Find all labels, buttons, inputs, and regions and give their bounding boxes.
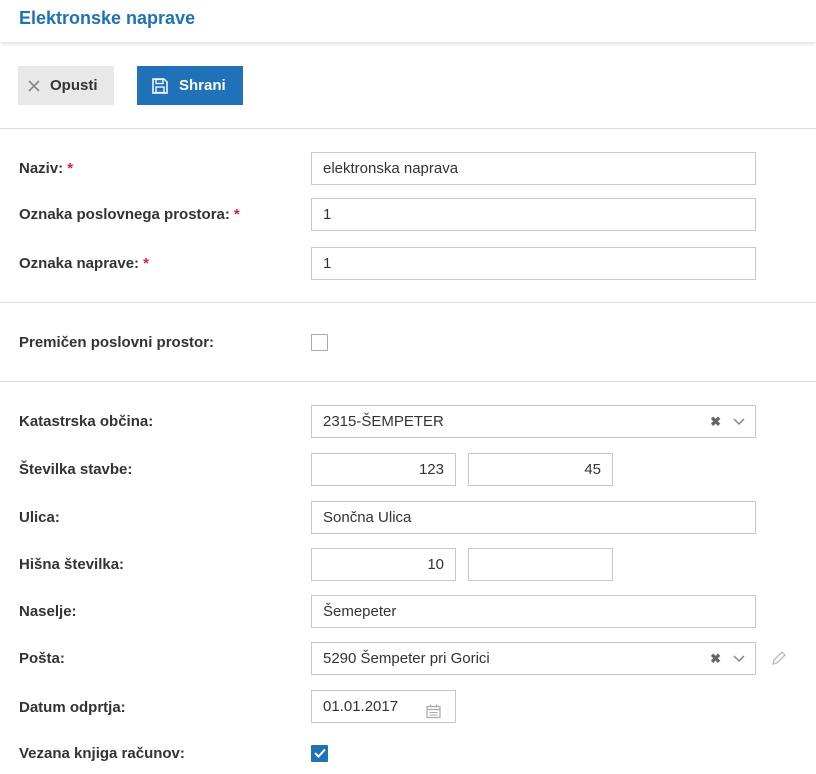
oznaka-naprave-input[interactable]: 1 <box>311 247 756 280</box>
required-marker: * <box>233 206 240 223</box>
katastrska-select[interactable]: 2315-ŠEMPETER ✖ <box>311 405 756 438</box>
hisna-stevilka-label: Hišna številka: <box>19 556 125 573</box>
katastrska-value: 2315-ŠEMPETER <box>323 413 444 430</box>
vezana-knjiga-label: Vezana knjiga računov: <box>19 745 185 762</box>
stevilka-stavbe-label: Številka stavbe: <box>19 461 133 478</box>
naziv-label-text: Naziv: <box>19 160 64 177</box>
divider <box>0 128 816 129</box>
oznaka-prostora-label: Oznaka poslovnega prostora: * <box>19 204 240 226</box>
oznaka-naprave-label-text: Oznaka naprave: <box>19 255 140 272</box>
cancel-button-label: Opusti <box>50 77 98 94</box>
datum-value: 01.01.2017 <box>323 698 399 715</box>
naziv-input[interactable]: elektronska naprava <box>311 152 756 185</box>
select-controls: ✖ <box>710 643 745 674</box>
naselje-input[interactable]: Šemepeter <box>311 595 756 628</box>
ulica-input[interactable]: Sončna Ulica <box>311 501 756 534</box>
oznaka-prostora-input[interactable]: 1 <box>311 198 756 231</box>
save-button-label: Shrani <box>179 77 226 94</box>
edit-pencil-icon[interactable] <box>771 650 787 671</box>
close-icon <box>28 79 40 92</box>
oznaka-prostora-label-text: Oznaka poslovnega prostora: <box>19 206 230 223</box>
save-button[interactable]: Shrani <box>137 66 243 105</box>
naselje-label: Naselje: <box>19 603 77 620</box>
hisna-stevilka-dodatek-input[interactable] <box>468 548 613 581</box>
checkmark-icon <box>313 745 326 763</box>
clear-icon[interactable]: ✖ <box>710 406 721 437</box>
datum-input[interactable]: 01.01.2017 <box>311 690 456 723</box>
cancel-button[interactable]: Opusti <box>18 66 114 105</box>
calendar-icon[interactable] <box>426 699 441 722</box>
oznaka-naprave-label: Oznaka naprave: * <box>19 253 149 275</box>
datum-label: Datum odprtja: <box>19 699 126 716</box>
divider <box>0 302 816 303</box>
chevron-down-icon[interactable] <box>733 406 745 437</box>
hisna-stevilka-input[interactable]: 10 <box>311 548 456 581</box>
premicen-label: Premičen poslovni prostor: <box>19 334 215 351</box>
save-icon <box>151 77 169 95</box>
chevron-down-icon[interactable] <box>733 643 745 674</box>
stevilka-stavbe-input[interactable]: 123 <box>311 453 456 486</box>
katastrska-label: Katastrska občina: <box>19 413 154 430</box>
required-marker: * <box>143 255 149 272</box>
divider <box>0 381 816 382</box>
vezana-knjiga-checkbox[interactable] <box>311 745 328 762</box>
premicen-checkbox[interactable] <box>311 334 328 351</box>
naziv-label: Naziv: * <box>19 158 73 180</box>
stevilka-dela-stavbe-input[interactable]: 45 <box>468 453 613 486</box>
required-marker: * <box>67 160 74 177</box>
ulica-label: Ulica: <box>19 509 60 526</box>
posta-label: Pošta: <box>19 650 65 667</box>
page-title: Elektronske naprave <box>19 8 196 28</box>
select-controls: ✖ <box>710 406 745 437</box>
clear-icon[interactable]: ✖ <box>710 643 721 674</box>
page-header: Elektronske naprave <box>0 0 816 42</box>
posta-select[interactable]: 5290 Šempeter pri Gorici ✖ <box>311 642 756 675</box>
posta-value: 5290 Šempeter pri Gorici <box>323 650 490 667</box>
